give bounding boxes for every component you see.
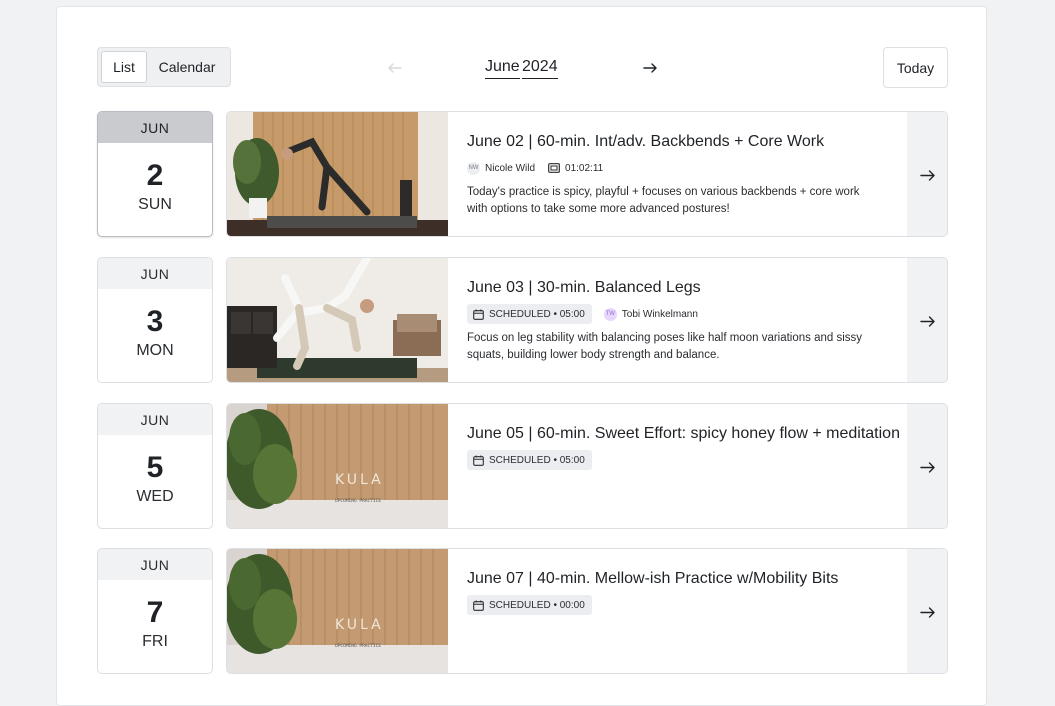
open-event-button[interactable] bbox=[907, 258, 947, 382]
calendar-view-button[interactable]: Calendar bbox=[147, 51, 227, 83]
date-month: JUN bbox=[98, 112, 212, 143]
kula-logo: KULA bbox=[335, 472, 384, 488]
date-card[interactable]: JUN 3 MON bbox=[97, 257, 213, 383]
thumbnail-caption: UPCOMING PRACTICE bbox=[335, 498, 381, 504]
scheduled-text: SCHEDULED • 05:00 bbox=[489, 308, 585, 320]
event-thumbnail bbox=[227, 112, 448, 236]
scheduled-text: SCHEDULED • 00:00 bbox=[489, 599, 585, 611]
date-month: JUN bbox=[98, 404, 212, 435]
event-card[interactable]: June 02 | 60-min. Int/adv. Backbends + C… bbox=[226, 111, 948, 237]
avatar: NW bbox=[467, 161, 480, 175]
instructor: TW Tobi Winkelmann bbox=[603, 307, 698, 321]
month-select[interactable]: June bbox=[485, 57, 520, 79]
duration: 01:02:11 bbox=[548, 163, 603, 174]
scheduled-badge: SCHEDULED • 00:00 bbox=[467, 595, 592, 615]
date-card[interactable]: JUN 7 FRI bbox=[97, 548, 213, 674]
event-title: June 07 | 40-min. Mellow-ish Practice w/… bbox=[467, 570, 839, 587]
duration-value: 01:02:11 bbox=[565, 162, 604, 174]
arrow-left-icon bbox=[388, 63, 402, 73]
date-day: 2 bbox=[146, 159, 164, 192]
date-month: JUN bbox=[98, 258, 212, 289]
arrow-right-icon bbox=[919, 606, 935, 618]
open-event-button[interactable] bbox=[907, 112, 947, 236]
event-card[interactable]: KULA UPCOMING PRACTICE June 07 | 40-min.… bbox=[226, 548, 948, 674]
open-event-button[interactable] bbox=[907, 549, 947, 673]
event-description: Today's practice is spicy, playful + foc… bbox=[467, 186, 860, 215]
event-description: Focus on leg stability with balancing po… bbox=[467, 332, 863, 361]
calendar-icon bbox=[473, 455, 484, 466]
event-card[interactable]: June 03 | 30-min. Balanced Legs SCHEDULE… bbox=[226, 257, 948, 383]
thumbnail-caption: UPCOMING PRACTICE bbox=[335, 643, 381, 649]
scheduled-badge: SCHEDULED • 05:00 bbox=[467, 450, 592, 470]
instructor-name: Nicole Wild bbox=[485, 162, 536, 174]
video-icon bbox=[548, 163, 560, 173]
date-month: JUN bbox=[98, 549, 212, 580]
scheduled-text: SCHEDULED • 05:00 bbox=[489, 454, 585, 466]
event-row: JUN 5 WED KULA UPCOMING PRACTICE June 05… bbox=[97, 403, 948, 529]
event-row: JUN 3 MON June 03 | 30-min. Balanced Leg… bbox=[97, 257, 948, 383]
arrow-right-icon bbox=[919, 461, 935, 473]
date-day: 3 bbox=[146, 305, 164, 338]
schedule-panel: List Calendar June 2024 Today JUN 2 SUN bbox=[56, 6, 987, 706]
today-button[interactable]: Today bbox=[883, 47, 948, 88]
calendar-icon bbox=[473, 309, 484, 320]
date-weekday: MON bbox=[136, 342, 174, 359]
instructor: NW Nicole Wild bbox=[467, 161, 536, 175]
event-thumbnail: KULA UPCOMING PRACTICE bbox=[227, 404, 448, 528]
date-weekday: FRI bbox=[142, 633, 168, 650]
arrow-right-icon bbox=[643, 63, 657, 73]
next-month-button[interactable] bbox=[639, 57, 661, 79]
arrow-right-icon bbox=[919, 169, 935, 181]
event-title: June 05 | 60-min. Sweet Effort: spicy ho… bbox=[467, 425, 900, 442]
date-day: 7 bbox=[146, 596, 164, 629]
date-day: 5 bbox=[146, 451, 164, 484]
year-select[interactable]: 2024 bbox=[522, 57, 558, 79]
view-toggle: List Calendar bbox=[97, 47, 231, 87]
arrow-right-icon bbox=[919, 315, 935, 327]
date-card[interactable]: JUN 5 WED bbox=[97, 403, 213, 529]
scheduled-badge: SCHEDULED • 05:00 bbox=[467, 304, 592, 324]
calendar-icon bbox=[473, 600, 484, 611]
event-title: June 03 | 30-min. Balanced Legs bbox=[467, 279, 701, 296]
instructor-name: Tobi Winkelmann bbox=[621, 308, 698, 320]
event-row: JUN 2 SUN June 02 | 60-min. Int/adv. Bac… bbox=[97, 111, 948, 237]
previous-month-button[interactable] bbox=[384, 57, 406, 79]
avatar: TW bbox=[603, 307, 617, 321]
event-title: June 02 | 60-min. Int/adv. Backbends + C… bbox=[467, 133, 825, 150]
date-weekday: SUN bbox=[138, 196, 172, 213]
event-thumbnail bbox=[227, 258, 448, 382]
open-event-button[interactable] bbox=[907, 404, 947, 528]
event-card[interactable]: KULA UPCOMING PRACTICE June 05 | 60-min.… bbox=[226, 403, 948, 529]
event-thumbnail: KULA UPCOMING PRACTICE bbox=[227, 549, 448, 673]
date-card[interactable]: JUN 2 SUN bbox=[97, 111, 213, 237]
list-view-button[interactable]: List bbox=[101, 51, 147, 83]
kula-logo: KULA bbox=[335, 617, 384, 633]
event-row: JUN 7 FRI KULA UPCOMING PRACTICE June 07… bbox=[97, 548, 948, 674]
date-weekday: WED bbox=[136, 488, 174, 505]
